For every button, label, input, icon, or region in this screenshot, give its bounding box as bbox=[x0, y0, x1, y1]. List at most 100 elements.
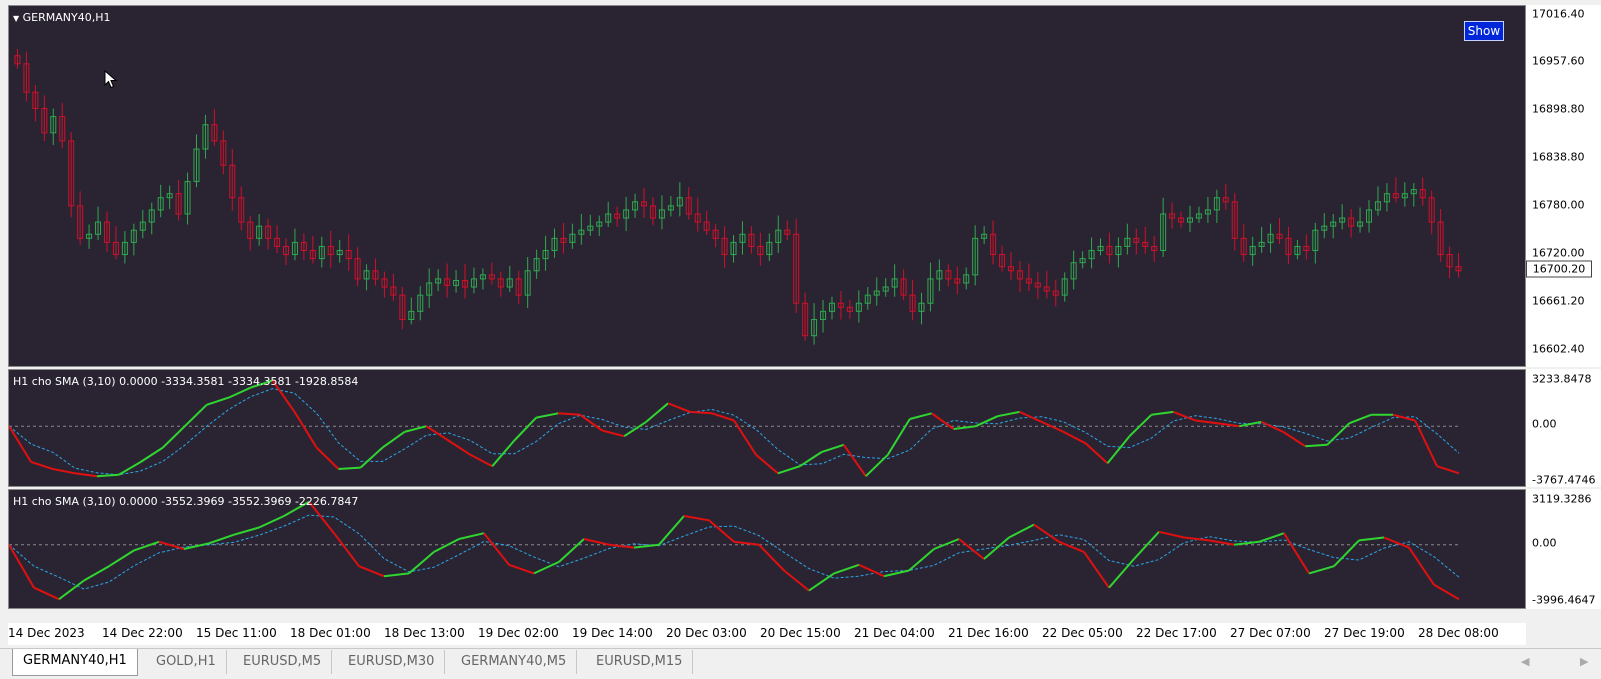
oscillator-segment bbox=[30, 460, 54, 470]
tab-eurusd-m15[interactable]: EURUSD,M15 bbox=[586, 650, 694, 674]
oscillator-segment bbox=[1433, 583, 1460, 601]
oscillator-segment bbox=[1208, 539, 1235, 546]
oscillator-segment bbox=[533, 560, 560, 575]
time-tick: 19 Dec 14:00 bbox=[572, 626, 653, 640]
terminal-window: ▼ GERMANY40,H1 Show 17016.40 16957.60 16… bbox=[0, 0, 1601, 679]
oscillator-segment bbox=[908, 548, 935, 572]
time-tick: 21 Dec 16:00 bbox=[948, 626, 1029, 640]
oscillator-segment bbox=[184, 404, 208, 427]
oscillator-segment bbox=[601, 429, 625, 438]
oscillator-segment bbox=[1058, 540, 1085, 553]
oscillator-segment bbox=[206, 396, 230, 406]
time-tick: 28 Dec 08:00 bbox=[1418, 626, 1499, 640]
oscillator-segment bbox=[315, 446, 340, 470]
oscillator-segment bbox=[758, 544, 785, 572]
indicator-pane-2[interactable]: H1 cho SMA (3,10) 0.0000 -3552.3969 -355… bbox=[8, 489, 1526, 609]
indicator-pane-1[interactable]: H1 cho SMA (3,10) 0.0000 -3334.3581 -333… bbox=[8, 369, 1526, 487]
oscillator-segment bbox=[1063, 431, 1086, 445]
oscillator-segment bbox=[383, 572, 410, 578]
oscillator-segment bbox=[1008, 523, 1035, 539]
oscillator-segment bbox=[33, 586, 60, 601]
price-tick: 16661.20 bbox=[1532, 294, 1585, 308]
symbol-label: GERMANY40,H1 bbox=[22, 11, 111, 24]
oscillator-segment bbox=[162, 425, 186, 449]
candlestick-chart[interactable] bbox=[9, 6, 1525, 366]
indicator-2-tick: 0.00 bbox=[1532, 536, 1557, 550]
time-tick: 22 Dec 17:00 bbox=[1136, 626, 1217, 640]
oscillator-segment bbox=[1348, 413, 1372, 425]
time-tick: 27 Dec 07:00 bbox=[1230, 626, 1311, 640]
oscillator-segment bbox=[447, 439, 471, 456]
indicator-1-tick: 3233.8478 bbox=[1532, 372, 1592, 386]
time-axis: 14 Dec 2023 14 Dec 22:00 15 Dec 11:00 18… bbox=[8, 623, 1526, 645]
oscillator-segment bbox=[755, 454, 779, 475]
price-tick: 16720.00 bbox=[1532, 246, 1585, 260]
oscillator-segment bbox=[558, 538, 585, 563]
oscillator-segment bbox=[1414, 420, 1438, 467]
oscillator-segment bbox=[508, 563, 535, 575]
mouse-pointer-icon bbox=[104, 70, 118, 89]
oscillator-segment bbox=[667, 402, 691, 413]
oscillator-segment bbox=[74, 472, 98, 478]
time-tick: 27 Dec 19:00 bbox=[1324, 626, 1405, 640]
show-button[interactable]: Show bbox=[1464, 21, 1504, 41]
oscillator-segment bbox=[1084, 442, 1109, 465]
tab-germany40-m5[interactable]: GERMANY40,M5 bbox=[451, 650, 578, 674]
oscillator-segment bbox=[536, 412, 559, 419]
indicator-1-title: H1 cho SMA (3,10) 0.0000 -3334.3581 -333… bbox=[13, 375, 359, 388]
tab-eurusd-m5[interactable]: EURUSD,M5 bbox=[233, 650, 333, 674]
scroll-left-icon[interactable]: ◀ bbox=[1521, 655, 1529, 668]
time-tick: 18 Dec 13:00 bbox=[384, 626, 465, 640]
oscillator-segment bbox=[1041, 420, 1064, 433]
oscillator-segment bbox=[1260, 420, 1284, 433]
oscillator-segment bbox=[458, 532, 485, 540]
oscillator-segment bbox=[9, 425, 32, 463]
oscillator-segment bbox=[338, 466, 361, 470]
oscillator-segment bbox=[997, 410, 1020, 418]
oscillator-segment bbox=[1239, 420, 1262, 428]
oscillator-segment bbox=[233, 526, 260, 536]
oscillator-segment bbox=[359, 446, 384, 469]
oscillator-segment bbox=[909, 412, 932, 420]
price-chart-pane[interactable]: ▼ GERMANY40,H1 bbox=[8, 5, 1526, 367]
oscillator-segment bbox=[886, 418, 911, 456]
oscillator-segment bbox=[1133, 531, 1160, 560]
oscillator-segment bbox=[1305, 443, 1328, 448]
oscillator-segment bbox=[9, 544, 35, 589]
tab-eurusd-m30[interactable]: EURUSD,M30 bbox=[338, 650, 446, 674]
price-tick: 17016.40 bbox=[1532, 7, 1585, 21]
oscillator-segment bbox=[293, 411, 318, 449]
oscillator-segment bbox=[333, 532, 360, 567]
indicator-2-tick: -3996.4647 bbox=[1532, 593, 1596, 607]
oscillator-segment bbox=[381, 431, 406, 449]
indicator-2-tick: 3119.3286 bbox=[1532, 492, 1592, 506]
oscillator-segment bbox=[404, 425, 427, 433]
time-tick: 14 Dec 2023 bbox=[8, 626, 85, 640]
price-tick: 16957.60 bbox=[1532, 54, 1585, 68]
scroll-right-icon[interactable]: ▶ bbox=[1580, 655, 1588, 668]
time-tick: 18 Dec 01:00 bbox=[290, 626, 371, 640]
oscillator-segment bbox=[579, 413, 603, 432]
oscillator-segment bbox=[469, 453, 493, 468]
oscillator-segment bbox=[690, 410, 713, 415]
oscillator-segment bbox=[958, 538, 985, 560]
oscillator-segment bbox=[118, 461, 142, 476]
oscillator-segment bbox=[1106, 435, 1131, 464]
oscillator-segment bbox=[483, 532, 510, 566]
oscillator-segment bbox=[433, 538, 460, 553]
chart-symbol-title: ▼ GERMANY40,H1 bbox=[13, 11, 111, 24]
chevron-down-icon[interactable]: ▼ bbox=[13, 14, 19, 23]
oscillator-segment bbox=[842, 444, 867, 477]
oscillator-segment bbox=[228, 386, 252, 399]
oscillator-segment bbox=[58, 579, 85, 601]
oscillator-segment bbox=[83, 565, 110, 582]
tab-germany40-h1[interactable]: GERMANY40,H1 bbox=[12, 649, 138, 676]
oscillator-segment bbox=[1128, 414, 1153, 437]
price-scale[interactable]: 17016.40 16957.60 16898.80 16838.80 1678… bbox=[1526, 5, 1601, 367]
oscillator-segment bbox=[1195, 419, 1218, 425]
tab-gold-h1[interactable]: GOLD,H1 bbox=[146, 650, 227, 674]
oscillator-segment bbox=[783, 569, 810, 592]
time-tick: 20 Dec 03:00 bbox=[666, 626, 747, 640]
oscillator-segment bbox=[96, 473, 119, 478]
oscillator-segment bbox=[808, 572, 835, 592]
